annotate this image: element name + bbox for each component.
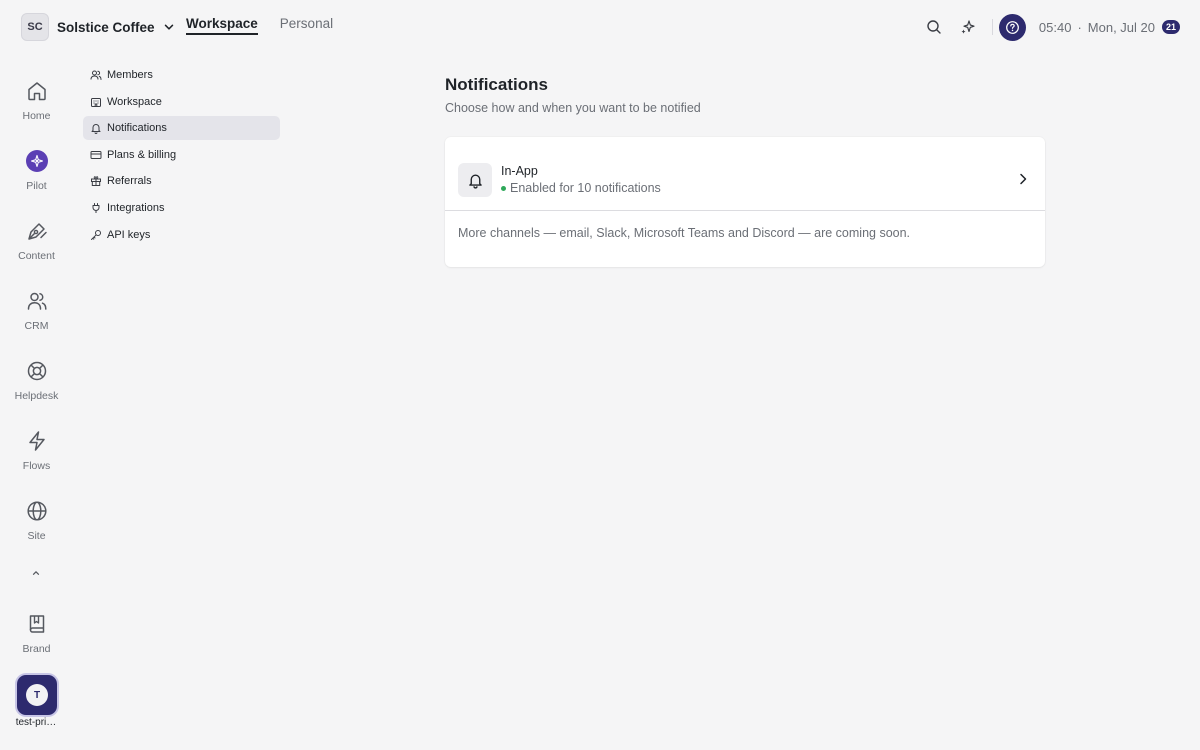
mode-tabs: Workspace Personal <box>186 16 355 35</box>
settings-item-plans-billing[interactable]: Plans & billing <box>83 143 280 167</box>
pen-icon <box>26 220 48 242</box>
rail-item-flows[interactable]: Flows <box>0 430 73 472</box>
globe-icon <box>26 500 48 522</box>
home-icon <box>26 80 48 102</box>
chevron-down-icon <box>163 21 175 33</box>
divider <box>445 210 1045 211</box>
clock-time: 05:40 <box>1038 19 1072 35</box>
divider <box>991 19 993 35</box>
bell-icon <box>467 172 484 189</box>
channel-icon-box <box>458 163 492 197</box>
settings-item-label: Integrations <box>107 201 165 214</box>
settings-item-members[interactable]: Members <box>83 63 280 87</box>
settings-item-label: Workspace <box>107 95 162 108</box>
settings-item-integrations[interactable]: Integrations <box>83 196 280 220</box>
card-icon <box>90 149 102 161</box>
channel-row-in-app[interactable]: In-App Enabled for 10 notifications <box>445 137 1045 210</box>
bolt-icon <box>26 430 48 452</box>
help-button[interactable] <box>998 13 1026 41</box>
top-bar: SC Solstice Coffee Workspace Personal 05… <box>0 0 1200 52</box>
rail-item-crm[interactable]: CRM <box>0 290 73 332</box>
settings-nav: Members Workspace Notifications Plans & … <box>83 63 280 249</box>
coming-soon-note: More channels — email, Slack, Microsoft … <box>458 226 911 240</box>
rail-label-crm: CRM <box>24 320 49 332</box>
avatar: T <box>26 684 48 706</box>
chevron-right-icon <box>1017 172 1029 186</box>
rail-label-content: Content <box>18 250 55 262</box>
user-name: test-pri… <box>15 717 57 728</box>
notification-channels-card: In-App Enabled for 10 notifications More… <box>445 137 1045 267</box>
page-subtitle: Choose how and when you want to be notif… <box>445 101 701 115</box>
rail-label-pilot: Pilot <box>26 180 47 192</box>
rail-label-home: Home <box>22 110 51 122</box>
help-icon <box>1005 20 1020 35</box>
tab-workspace[interactable]: Workspace <box>186 16 258 35</box>
chevron-up-icon <box>31 568 41 578</box>
settings-item-label: Referrals <box>107 175 152 188</box>
channel-status: Enabled for 10 notifications <box>501 181 661 195</box>
settings-item-notifications[interactable]: Notifications <box>83 116 280 141</box>
settings-item-api-keys[interactable]: API keys <box>83 223 280 247</box>
settings-item-workspace[interactable]: Workspace <box>83 90 280 114</box>
channel-name: In-App <box>501 164 538 178</box>
clock-separator: · <box>1077 19 1082 35</box>
rail-item-pilot[interactable]: Pilot <box>0 150 73 192</box>
clock: 05:40 · Mon, Jul 20 21 <box>1039 20 1180 35</box>
settings-item-label: Plans & billing <box>107 148 177 161</box>
rail-label-site: Site <box>27 530 46 542</box>
search-button[interactable] <box>920 13 948 41</box>
rail-label-helpdesk: Helpdesk <box>14 390 59 402</box>
rail-item-helpdesk[interactable]: Helpdesk <box>0 360 73 402</box>
user-menu-button[interactable]: T <box>17 675 57 715</box>
rail-item-content[interactable]: Content <box>0 220 73 262</box>
pilot-icon <box>25 150 48 172</box>
settings-item-label: Notifications <box>107 122 167 135</box>
settings-item-label: API keys <box>107 228 151 241</box>
tab-personal[interactable]: Personal <box>280 16 333 35</box>
lifebuoy-icon <box>26 360 48 382</box>
search-icon <box>926 19 942 35</box>
sparkle-icon <box>960 19 976 35</box>
rail-collapse-button[interactable] <box>27 565 45 581</box>
clock-date: Mon, Jul 20 <box>1087 19 1155 35</box>
gift-icon <box>90 175 102 187</box>
users-icon <box>26 290 48 312</box>
plug-icon <box>90 202 102 214</box>
settings-item-label: Members <box>107 69 153 81</box>
rail-label-brand: Brand <box>22 643 51 655</box>
rail-item-site[interactable]: Site <box>0 500 73 542</box>
rail-item-home[interactable]: Home <box>0 80 73 122</box>
page-title: Notifications <box>445 75 548 94</box>
workspace-avatar: SC <box>21 13 49 41</box>
top-right-controls: 05:40 · Mon, Jul 20 21 <box>914 13 1180 41</box>
rail-item-brand[interactable]: Brand <box>0 613 73 655</box>
settings-item-referrals[interactable]: Referrals <box>83 169 280 193</box>
workspace-switcher[interactable]: SC Solstice Coffee <box>21 13 175 41</box>
ai-assistant-button[interactable] <box>954 13 982 41</box>
bell-icon <box>90 122 102 135</box>
channel-status-text: Enabled for 10 notifications <box>510 181 661 195</box>
book-icon <box>26 613 48 635</box>
building-icon <box>90 96 102 108</box>
workspace-name: Solstice Coffee <box>57 19 155 35</box>
status-dot <box>501 185 506 191</box>
key-icon <box>90 229 102 241</box>
members-icon <box>90 69 102 81</box>
rail-label-flows: Flows <box>22 460 51 472</box>
date-badge[interactable]: 21 <box>1161 20 1180 34</box>
